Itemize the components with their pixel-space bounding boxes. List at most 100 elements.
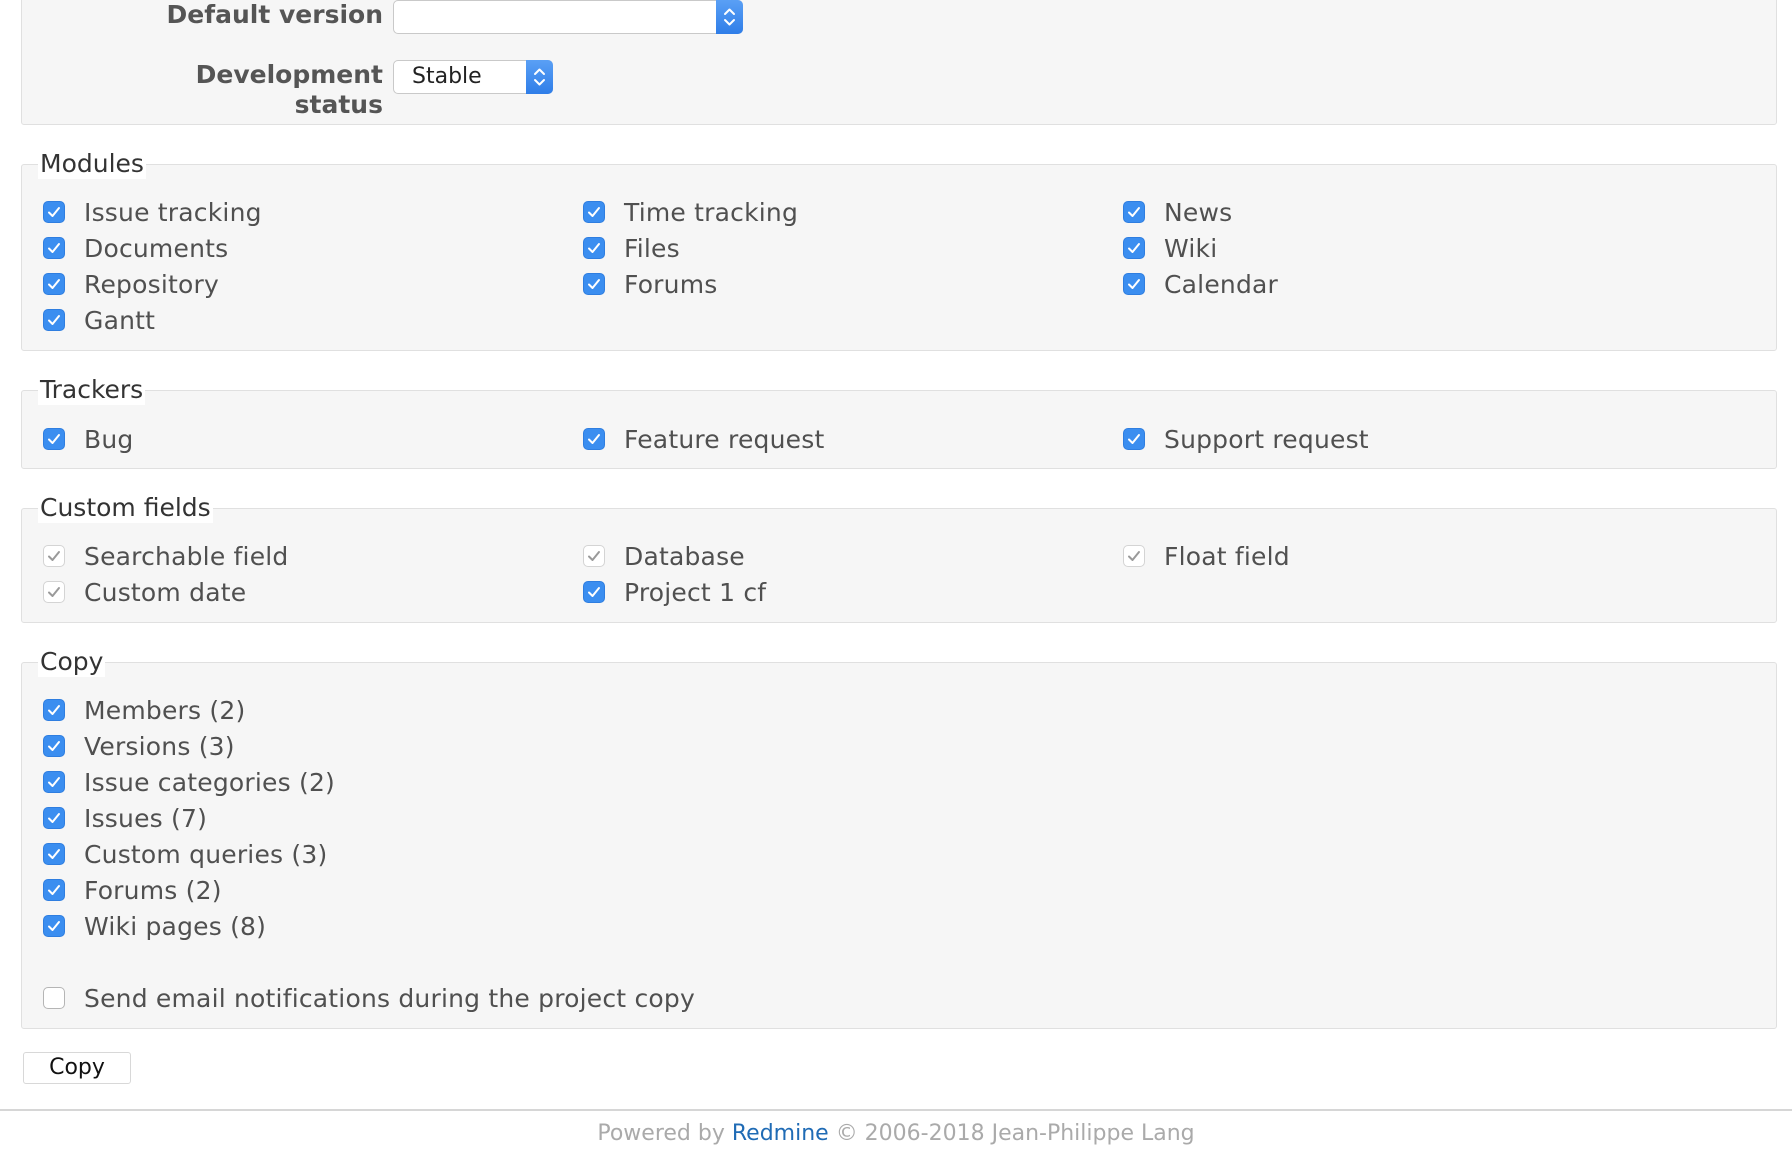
checkbox-bug[interactable]: Bug	[43, 423, 133, 455]
checkbox-label: Feature request	[624, 424, 825, 454]
checkbox-label: Forums	[624, 269, 718, 299]
footer-copyright: © 2006-2018 Jean-Philippe Lang	[835, 1121, 1195, 1146]
checkbox-box[interactable]	[43, 309, 65, 331]
checkmark-icon	[46, 847, 62, 861]
checkbox-feature-request[interactable]: Feature request	[583, 423, 824, 455]
checkbox-box[interactable]	[43, 699, 65, 721]
checkbox-wiki[interactable]: Wiki	[1123, 232, 1217, 264]
checkbox-label: Project 1 cf	[624, 577, 767, 607]
checkbox-documents[interactable]: Documents	[43, 232, 228, 264]
checkbox-label: Versions (3)	[84, 731, 235, 761]
checkbox-forums[interactable]: Forums	[583, 268, 718, 300]
checkbox-box[interactable]	[1123, 201, 1145, 223]
checkbox-wiki-pages-8[interactable]: Wiki pages (8)	[43, 910, 266, 942]
checkbox-box	[583, 545, 605, 567]
redmine-link[interactable]: Redmine	[732, 1121, 829, 1146]
checkmark-icon	[46, 919, 62, 933]
checkbox-box[interactable]	[583, 237, 605, 259]
checkmark-icon	[586, 241, 602, 255]
checkmark-icon	[46, 432, 62, 446]
checkbox-box[interactable]	[43, 771, 65, 793]
checkbox-issue-categories-2[interactable]: Issue categories (2)	[43, 766, 335, 798]
footer-divider	[0, 1109, 1792, 1111]
checkmark-icon	[46, 205, 62, 219]
checkbox-box[interactable]	[43, 915, 65, 937]
checkbox-send-email-notifications[interactable]: Send email notifications during the proj…	[43, 982, 695, 1014]
trackers-fieldset	[21, 390, 1777, 469]
checkbox-label: Time tracking	[624, 197, 799, 227]
checkbox-gantt[interactable]: Gantt	[43, 304, 155, 336]
checkbox-label: Issue categories (2)	[84, 767, 335, 797]
checkbox-box[interactable]	[43, 237, 65, 259]
default-version-label: Default version	[166, 0, 383, 29]
checkbox-box[interactable]	[43, 428, 65, 450]
checkbox-box[interactable]	[43, 807, 65, 829]
development-status-label: Development status	[195, 60, 383, 119]
checkbox-box[interactable]	[583, 581, 605, 603]
checkbox-label: Custom queries (3)	[84, 839, 328, 869]
checkbox-label: Support request	[1164, 424, 1369, 454]
checkbox-box[interactable]	[583, 273, 605, 295]
checkbox-files[interactable]: Files	[583, 232, 680, 264]
select-arrows-icon	[526, 60, 553, 94]
checkbox-box[interactable]	[583, 428, 605, 450]
checkbox-label: Float field	[1164, 541, 1290, 571]
checkmark-icon	[46, 775, 62, 789]
checkbox-searchable-field: Searchable field	[43, 540, 289, 572]
checkbox-project-1-cf[interactable]: Project 1 cf	[583, 576, 766, 608]
checkbox-label: Files	[624, 233, 680, 263]
checkbox-box[interactable]	[43, 879, 65, 901]
checkbox-forums-2[interactable]: Forums (2)	[43, 874, 222, 906]
footer-prefix: Powered by	[597, 1121, 725, 1146]
checkbox-repository[interactable]: Repository	[43, 268, 219, 300]
development-status-value: Stable	[412, 64, 482, 89]
checkbox-label: Bug	[84, 424, 134, 454]
checkbox-issue-tracking[interactable]: Issue tracking	[43, 196, 262, 228]
copy-submit-button[interactable]: Copy	[23, 1052, 131, 1084]
checkmark-icon	[586, 432, 602, 446]
checkbox-box[interactable]	[43, 273, 65, 295]
checkmark-icon	[586, 277, 602, 291]
checkbox-box[interactable]	[1123, 237, 1145, 259]
checkbox-box[interactable]	[43, 987, 65, 1009]
checkbox-versions-3[interactable]: Versions (3)	[43, 730, 235, 762]
checkbox-news[interactable]: News	[1123, 196, 1232, 228]
checkbox-box[interactable]	[1123, 273, 1145, 295]
checkbox-box[interactable]	[1123, 428, 1145, 450]
footer: Powered by Redmine © 2006-2018 Jean-Phil…	[0, 1118, 1792, 1150]
checkbox-label: Documents	[84, 233, 229, 263]
checkbox-label: Database	[624, 541, 745, 571]
checkmark-icon	[586, 585, 602, 599]
checkbox-box	[1123, 545, 1145, 567]
checkbox-custom-queries-3[interactable]: Custom queries (3)	[43, 838, 327, 870]
checkmark-icon	[1126, 241, 1142, 255]
checkbox-box	[43, 581, 65, 603]
checkmark-icon	[1126, 205, 1142, 219]
checkbox-database: Database	[583, 540, 745, 572]
select-arrows-icon	[716, 0, 743, 34]
checkmark-icon	[46, 313, 62, 327]
checkbox-support-request[interactable]: Support request	[1123, 423, 1369, 455]
checkmark-icon	[46, 585, 62, 599]
checkbox-custom-date: Custom date	[43, 576, 246, 608]
development-status-select[interactable]: Stable	[393, 60, 553, 94]
default-version-select[interactable]	[393, 0, 743, 34]
checkmark-icon	[46, 883, 62, 897]
checkbox-label: Repository	[84, 269, 219, 299]
checkbox-box	[43, 545, 65, 567]
checkmark-icon	[1126, 277, 1142, 291]
checkbox-members-2[interactable]: Members (2)	[43, 694, 245, 726]
checkbox-box[interactable]	[43, 201, 65, 223]
checkbox-box[interactable]	[583, 201, 605, 223]
checkbox-box[interactable]	[43, 735, 65, 757]
checkmark-icon	[46, 277, 62, 291]
checkbox-issues-7[interactable]: Issues (7)	[43, 802, 207, 834]
checkbox-time-tracking[interactable]: Time tracking	[583, 196, 798, 228]
checkbox-label: Issues (7)	[84, 803, 208, 833]
checkmark-icon	[1126, 432, 1142, 446]
checkmark-icon	[46, 549, 62, 563]
checkbox-label: Gantt	[84, 305, 156, 335]
checkbox-box[interactable]	[43, 843, 65, 865]
checkbox-calendar[interactable]: Calendar	[1123, 268, 1278, 300]
checkbox-label: Issue tracking	[84, 197, 262, 227]
